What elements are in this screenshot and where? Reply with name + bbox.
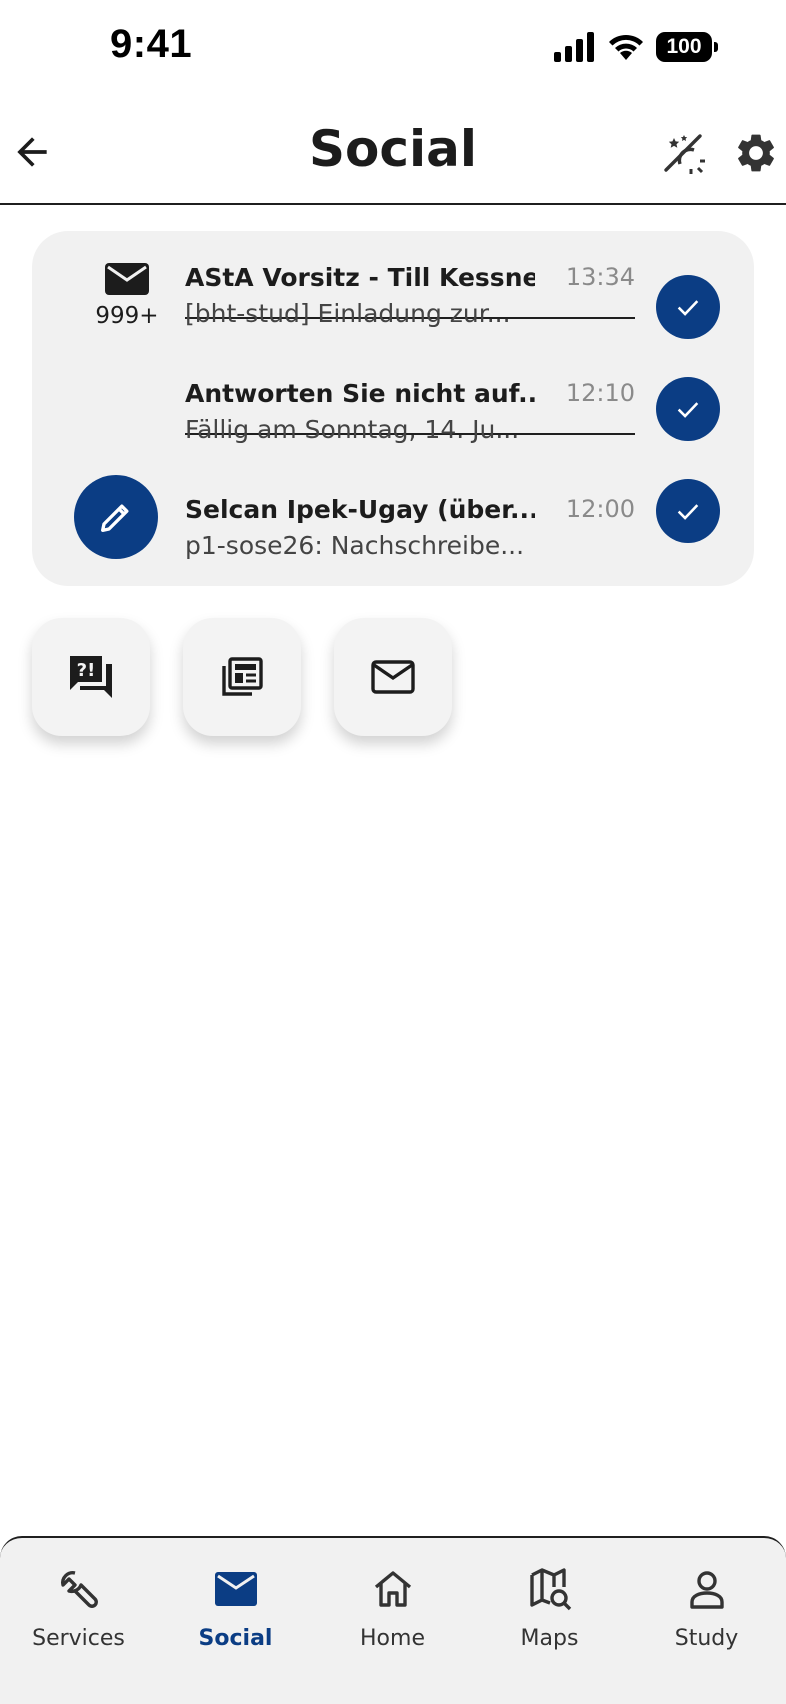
- status-icons: 100: [554, 32, 718, 62]
- mail-time: 12:00: [565, 495, 635, 523]
- map-search-icon: [529, 1568, 571, 1611]
- theme-toggle-button[interactable]: [660, 130, 706, 176]
- app-bar: Social: [0, 96, 786, 205]
- nav-item-services[interactable]: Services: [0, 1564, 157, 1664]
- compose-button[interactable]: [74, 475, 158, 559]
- mail-row[interactable]: AStA Vorsitz - Till Kessner 13:34 [bht-s…: [185, 231, 635, 328]
- mark-read-button[interactable]: [656, 377, 720, 441]
- mail-preview: Fällig am Sonntag, 14. Ju...: [185, 415, 520, 444]
- nav-label: Services: [32, 1626, 125, 1651]
- theme-toggle-icon: [664, 134, 705, 174]
- mail-button[interactable]: [334, 618, 452, 736]
- nav-label: Home: [360, 1626, 425, 1651]
- mail-sender: AStA Vorsitz - Till Kessner: [185, 263, 535, 292]
- mail-summary[interactable]: 999+: [82, 261, 172, 329]
- home-icon: [374, 1571, 411, 1607]
- news-button[interactable]: [183, 618, 301, 736]
- nav-label: Study: [674, 1626, 739, 1651]
- pencil-icon: [101, 504, 129, 532]
- battery-level: 100: [666, 35, 702, 58]
- nav-item-maps[interactable]: Maps: [471, 1564, 628, 1664]
- status-time: 9:41: [110, 22, 193, 66]
- unread-count: 999+: [95, 303, 159, 329]
- wifi-icon: [609, 34, 643, 60]
- mail-row[interactable]: Antworten Sie nicht auf... 12:10 Fällig …: [185, 347, 635, 444]
- mail-sender: Antworten Sie nicht auf...: [185, 379, 535, 408]
- mail-sender: Selcan Ipek-Ugay (über...: [185, 495, 535, 524]
- mail-card: 999+ AStA Vorsitz - Till Kessner 13:34 […: [32, 231, 754, 586]
- news-icon: [222, 657, 263, 696]
- signal-icon: [554, 32, 594, 62]
- feedback-button[interactable]: ?!: [32, 618, 150, 736]
- quick-actions: ?!: [32, 618, 452, 736]
- nav-item-home[interactable]: Home: [314, 1564, 471, 1664]
- nav-label: Maps: [520, 1626, 579, 1651]
- mail-icon: [371, 660, 415, 694]
- settings-button[interactable]: [733, 130, 779, 176]
- mail-preview: p1-sose26: Nachschreibe...: [185, 531, 525, 560]
- person-icon: [689, 1571, 724, 1609]
- mail-time: 12:10: [565, 379, 635, 407]
- envelope-icon: [105, 263, 149, 295]
- check-icon: [677, 402, 699, 418]
- status-bar: 9:41 100: [0, 0, 786, 96]
- svg-text:?!: ?!: [77, 660, 96, 681]
- nav-label: Social: [198, 1626, 273, 1651]
- wrench-icon: [60, 1571, 98, 1608]
- nav-item-study[interactable]: Study: [628, 1564, 785, 1664]
- mark-read-button[interactable]: [656, 275, 720, 339]
- mail-preview: [bht-stud] Einladung zur...: [185, 299, 511, 328]
- screen: 9:41 100 Social 999+ AStA Vorsitz - Till…: [0, 0, 786, 1704]
- nav-item-social[interactable]: Social: [157, 1564, 314, 1664]
- mail-icon: [214, 1572, 257, 1606]
- mail-row[interactable]: Selcan Ipek-Ugay (über... 12:00 p1-sose2…: [185, 463, 635, 560]
- mark-read-button[interactable]: [656, 479, 720, 543]
- battery-icon: 100: [656, 32, 718, 62]
- feedback-icon: ?!: [70, 656, 112, 698]
- check-icon: [677, 504, 699, 520]
- mail-time: 13:34: [565, 263, 635, 291]
- check-icon: [677, 300, 699, 316]
- gear-icon: [738, 134, 774, 172]
- bottom-nav: Services Social Home Maps Study: [0, 1536, 786, 1704]
